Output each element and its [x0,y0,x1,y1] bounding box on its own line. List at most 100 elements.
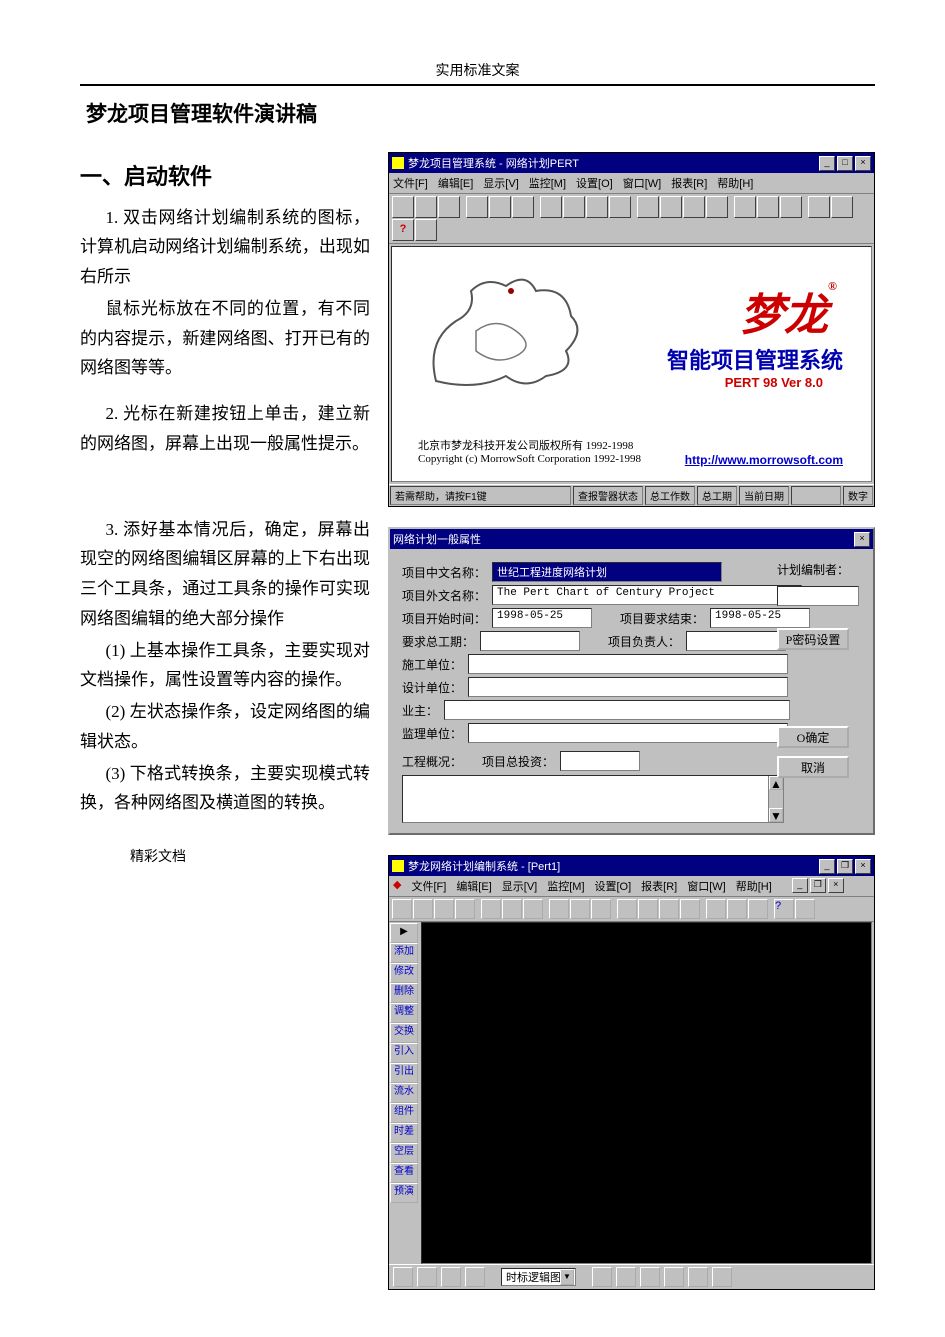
tb-copy[interactable] [489,196,511,218]
tb-btn[interactable] [680,899,700,919]
side-edit[interactable]: 修改 [390,963,418,983]
tb-about[interactable] [415,219,437,241]
dialog-titlebar[interactable]: 网络计划一般属性 × [390,529,873,549]
tb-btn[interactable] [540,196,562,218]
side-flow[interactable]: 流水 [390,1083,418,1103]
editor-canvas[interactable] [421,922,872,1264]
tb-open[interactable] [415,196,437,218]
menu-file[interactable]: 文件[F] [393,175,428,191]
input-name-cn[interactable]: 世纪工程进度网络计划 [492,562,722,582]
mode-btn[interactable] [664,1267,684,1287]
tb-open[interactable] [413,899,433,919]
minimize-button[interactable]: _ [819,156,835,171]
menu-monitor[interactable]: 监控[M] [547,878,584,894]
tb-btn[interactable] [660,196,682,218]
mode-btn[interactable] [393,1267,413,1287]
input-designer[interactable] [468,677,788,697]
maximize-button[interactable]: □ [837,156,853,171]
side-delete[interactable]: 删除 [390,983,418,1003]
menu-help[interactable]: 帮助[H] [736,878,772,894]
mdi-max[interactable]: ❐ [810,878,826,893]
tb-save[interactable] [438,196,460,218]
input-invest[interactable] [560,751,640,771]
menu-settings[interactable]: 设置[O] [576,175,613,191]
side-view[interactable]: 查看 [390,1163,418,1183]
close-button[interactable]: × [854,532,870,547]
input-duration[interactable] [480,631,580,651]
tb-btn[interactable] [734,196,756,218]
tb-btn[interactable] [617,899,637,919]
input-name-en[interactable]: The Pert Chart of Century Project [492,585,802,605]
side-component[interactable]: 组件 [390,1103,418,1123]
side-swap[interactable]: 交换 [390,1023,418,1043]
tb-zoomout[interactable] [570,899,590,919]
mode-btn[interactable] [616,1267,636,1287]
mode-btn[interactable] [441,1267,461,1287]
mdi-min[interactable]: _ [792,878,808,893]
tb-btn[interactable] [591,899,611,919]
website-link[interactable]: http://www.morrowsoft.com [685,453,843,467]
mode-btn[interactable] [640,1267,660,1287]
tb-btn[interactable] [481,899,501,919]
input-owner[interactable] [444,700,790,720]
tb-btn[interactable] [659,899,679,919]
tb-new[interactable] [392,196,414,218]
minimize-button[interactable]: _ [819,859,835,874]
menu-window[interactable]: 窗口[W] [623,175,662,191]
side-layer[interactable]: 空层 [390,1143,418,1163]
menu-monitor[interactable]: 监控[M] [529,175,566,191]
mode-btn[interactable] [592,1267,612,1287]
tb-btn[interactable] [831,196,853,218]
menu-bar[interactable]: ◆ 文件[F] 编辑[E] 显示[V] 监控[M] 设置[O] 报表[R] 窗口… [389,876,874,897]
input-supervisor[interactable] [468,723,788,743]
menu-edit[interactable]: 编辑[E] [456,878,491,894]
close-button[interactable]: × [855,859,871,874]
side-slack[interactable]: 时差 [390,1123,418,1143]
close-button[interactable]: × [855,156,871,171]
tb-new[interactable] [392,899,412,919]
menu-file[interactable]: 文件[F] [411,878,446,894]
restore-button[interactable]: ❐ [837,859,853,874]
ok-button[interactable]: O确定 [777,726,849,748]
tb-help[interactable]: ? [392,219,414,241]
side-preview[interactable]: 预演 [390,1183,418,1203]
tb-btn[interactable] [780,196,802,218]
side-import[interactable]: 引入 [390,1043,418,1063]
cancel-button[interactable]: 取消 [777,756,849,778]
menu-view[interactable]: 显示[V] [502,878,537,894]
menu-bar[interactable]: 文件[F] 编辑[E] 显示[V] 监控[M] 设置[O] 窗口[W] 报表[R… [389,173,874,194]
tb-btn[interactable] [808,196,830,218]
menu-help[interactable]: 帮助[H] [717,175,753,191]
tb-btn[interactable] [727,899,747,919]
tb-print[interactable] [455,899,475,919]
tb-help[interactable]: ? [774,899,794,919]
overview-textarea[interactable]: ▲▼ [402,775,784,823]
menu-report[interactable]: 报表[R] [671,175,707,191]
mode-btn[interactable] [688,1267,708,1287]
tb-btn[interactable] [563,196,585,218]
tb-btn[interactable] [586,196,608,218]
mode-btn[interactable] [712,1267,732,1287]
tb-btn[interactable] [523,899,543,919]
tb-about[interactable] [795,899,815,919]
mode-btn[interactable] [417,1267,437,1287]
side-adjust[interactable]: 调整 [390,1003,418,1023]
input-builder[interactable] [468,654,788,674]
mdi-close[interactable]: × [828,878,844,893]
menu-window[interactable]: 窗口[W] [687,878,726,894]
input-manager[interactable] [686,631,786,651]
tb-btn[interactable] [706,899,726,919]
tb-btn[interactable] [757,196,779,218]
menu-edit[interactable]: 编辑[E] [438,175,473,191]
menu-view[interactable]: 显示[V] [483,175,518,191]
mode-btn[interactable] [465,1267,485,1287]
menu-report[interactable]: 报表[R] [641,878,677,894]
titlebar[interactable]: 梦龙网络计划编制系统 - [Pert1] _ ❐ × [389,856,874,876]
view-mode-select[interactable]: 时标逻辑图 [501,1268,576,1286]
side-add[interactable]: 添加 [390,943,418,963]
input-planner[interactable] [777,586,859,606]
titlebar[interactable]: 梦龙项目管理系统 - 网络计划PERT _ □ × [389,153,874,173]
tb-btn[interactable] [502,899,522,919]
tb-btn[interactable] [638,899,658,919]
tb-cut[interactable] [466,196,488,218]
